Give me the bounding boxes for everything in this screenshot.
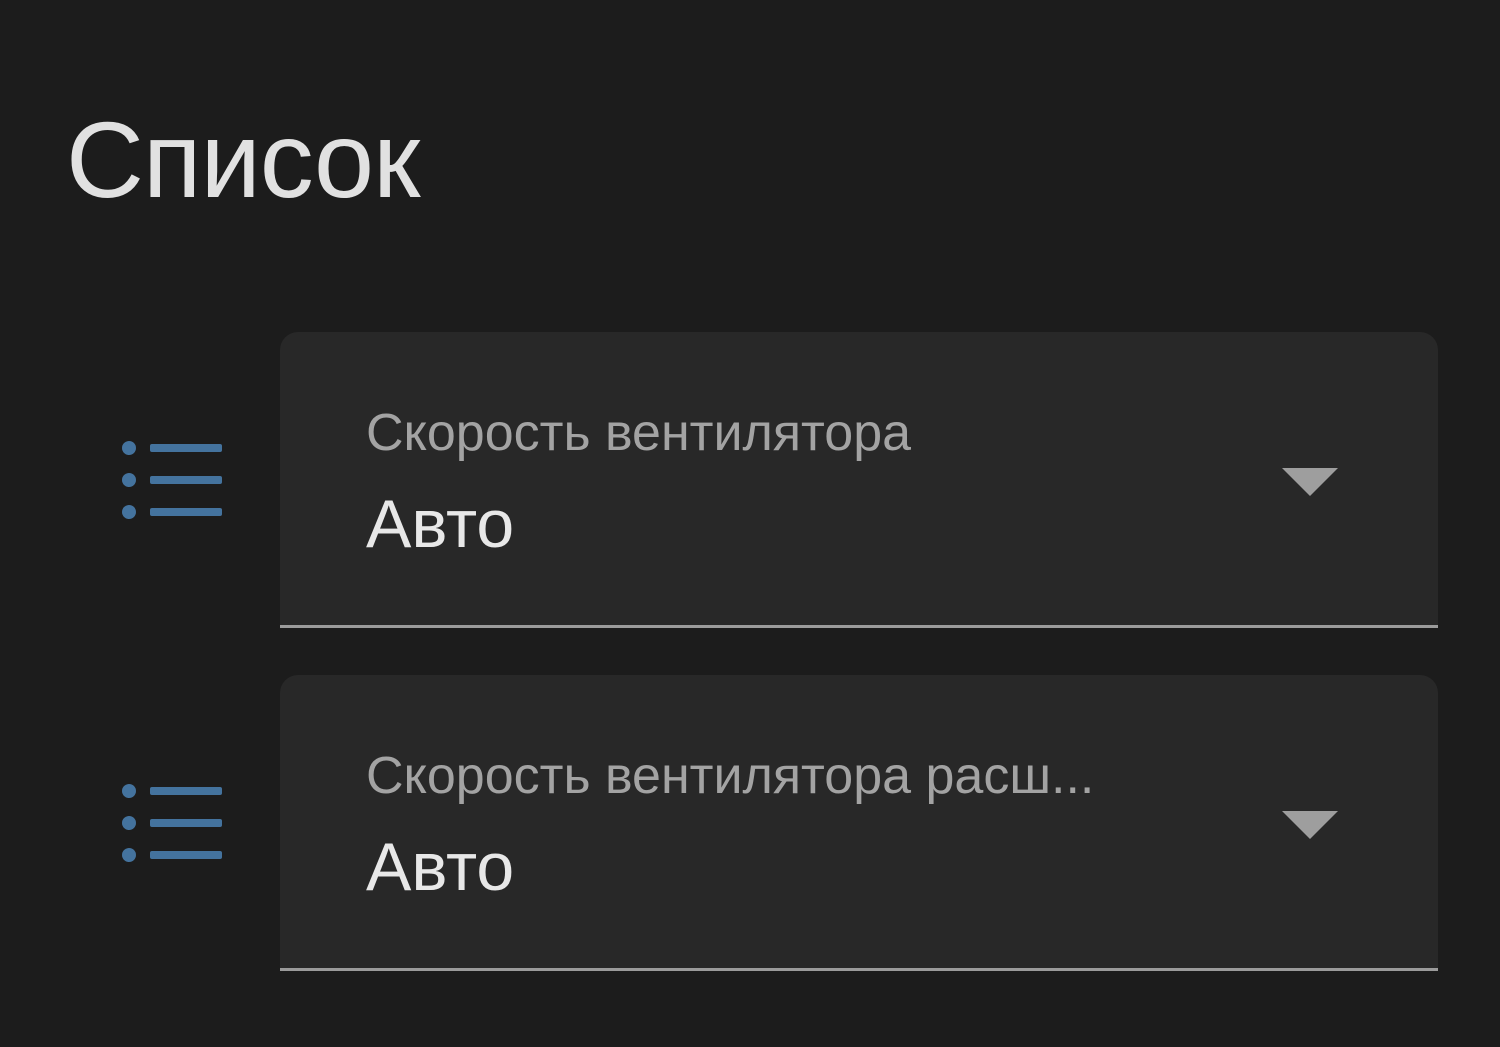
- select-label: Скорость вентилятора расш...: [366, 747, 1095, 805]
- entities-card: Список Скорость вентилятора Авто Скорост…: [0, 0, 1500, 1047]
- dropdown-arrow-icon[interactable]: [1282, 468, 1338, 496]
- card-title: Список: [66, 99, 420, 220]
- format-list-bulleted-icon: [122, 784, 222, 862]
- entity-row: Скорость вентилятора Авто: [0, 332, 1500, 632]
- entity-row: Скорость вентилятора расш... Авто: [0, 675, 1500, 975]
- fan-speed-select[interactable]: Скорость вентилятора Авто: [280, 332, 1438, 628]
- select-label: Скорость вентилятора: [366, 404, 912, 462]
- format-list-bulleted-icon: [122, 441, 222, 519]
- select-value: Авто: [366, 486, 515, 562]
- fan-speed-extended-select[interactable]: Скорость вентилятора расш... Авто: [280, 675, 1438, 971]
- dropdown-arrow-icon[interactable]: [1282, 811, 1338, 839]
- select-value: Авто: [366, 829, 515, 905]
